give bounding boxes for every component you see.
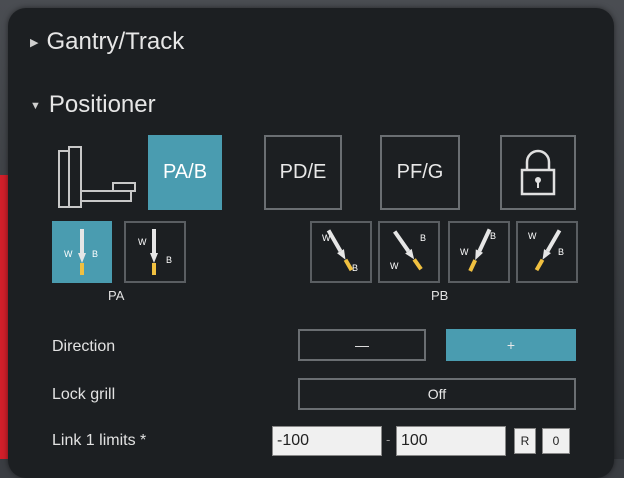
- torch-pb-1-button[interactable]: W B: [310, 221, 372, 283]
- b-mark: B: [166, 255, 172, 265]
- direction-minus-button[interactable]: —: [298, 329, 426, 361]
- padlock-icon: [520, 149, 556, 195]
- positioner-section-header[interactable]: ▼ Positioner: [30, 91, 156, 119]
- torch-pa-1-button[interactable]: W B: [52, 221, 112, 283]
- b-mark: B: [558, 247, 564, 257]
- gantry-title: Gantry/Track: [46, 28, 185, 55]
- expand-arrow-icon: ▶: [30, 37, 39, 50]
- torch-pb-3-button[interactable]: W B: [448, 221, 510, 283]
- torch-angled-icon: W B: [390, 230, 426, 271]
- torch-angled-icon: W B: [528, 229, 564, 272]
- torch-angled-icon: W B: [322, 229, 358, 273]
- torch-pb-2-button[interactable]: W B: [378, 221, 440, 283]
- w-mark: W: [64, 249, 73, 259]
- tab-pab[interactable]: PA/B: [148, 135, 222, 210]
- w-mark: W: [390, 261, 399, 271]
- pa-label: PA: [108, 288, 125, 303]
- link-limits-label: Link 1 limits *: [52, 432, 147, 449]
- torch-angled-icon: W B: [460, 228, 496, 272]
- positioner-graphic-icon: [53, 143, 143, 213]
- b-mark: B: [92, 249, 98, 259]
- b-mark: B: [490, 231, 496, 241]
- direction-plus-button[interactable]: +: [446, 329, 576, 361]
- torch-vertical-icon: W B: [64, 229, 98, 275]
- tab-pfg[interactable]: PF/G: [380, 135, 460, 210]
- torch-pa-2-button[interactable]: W B: [124, 221, 186, 283]
- collapse-arrow-icon: ▼: [30, 99, 41, 112]
- gantry-section-header[interactable]: ▶ Gantry/Track: [30, 28, 184, 56]
- link-max-input[interactable]: 100: [396, 426, 506, 456]
- lock-grill-label: Lock grill: [52, 386, 116, 403]
- r-value-input[interactable]: 0: [542, 428, 570, 454]
- pb-label: PB: [431, 288, 449, 303]
- b-mark: B: [420, 233, 426, 243]
- direction-label: Direction: [52, 338, 116, 355]
- torch-vertical-icon: W B: [138, 229, 172, 275]
- range-separator: -: [386, 432, 391, 447]
- tab-pde[interactable]: PD/E: [264, 135, 342, 210]
- w-mark: W: [460, 247, 469, 257]
- r-toggle[interactable]: R: [514, 428, 536, 454]
- link-min-input[interactable]: -100: [272, 426, 382, 456]
- lock-grill-toggle[interactable]: Off: [298, 378, 576, 410]
- torch-pb-4-button[interactable]: W B: [516, 221, 578, 283]
- positioner-panel: ▶ Gantry/Track ▼ Positioner PA/B PD/E PF/G…: [8, 8, 614, 478]
- b-mark: B: [352, 263, 358, 273]
- w-mark: W: [528, 231, 537, 241]
- w-mark: W: [138, 237, 147, 247]
- lock-button[interactable]: [500, 135, 576, 210]
- positioner-title: Positioner: [48, 91, 156, 118]
